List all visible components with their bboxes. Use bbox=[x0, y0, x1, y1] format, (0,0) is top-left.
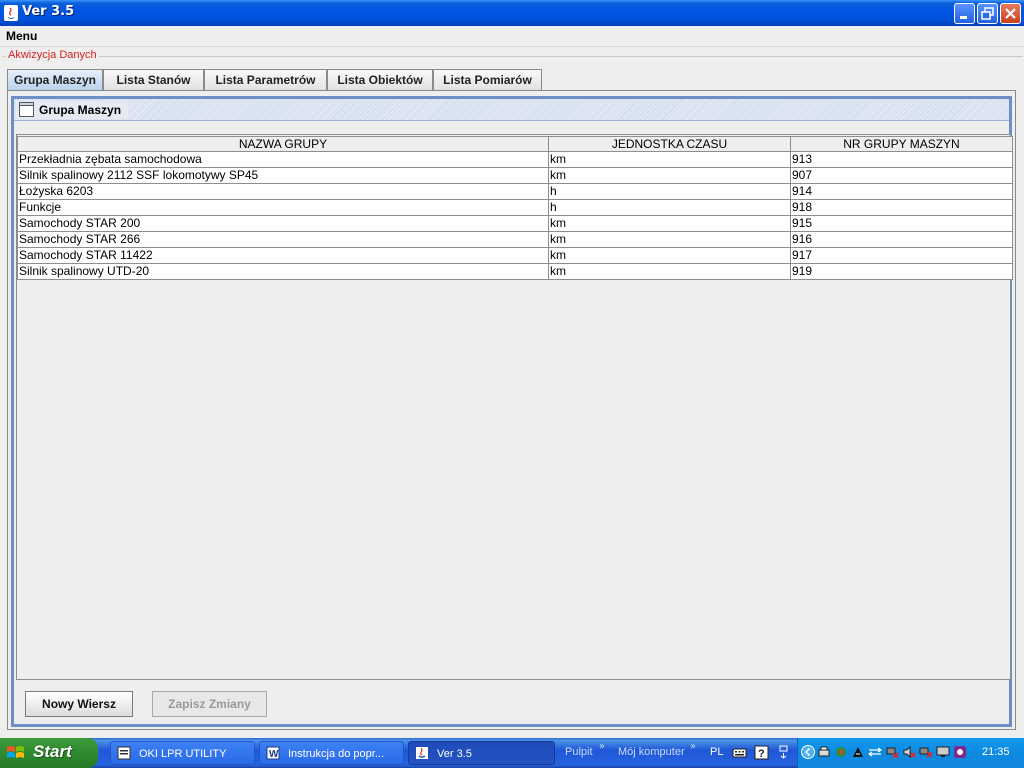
taskbar-item-ver35[interactable]: Ver 3.5 bbox=[408, 741, 555, 765]
tab-lista-parametrow[interactable]: Lista Parametrów bbox=[204, 69, 327, 90]
restore-icon bbox=[981, 7, 994, 20]
column-header-nazwa-grupy[interactable]: NAZWA GRUPY bbox=[17, 136, 549, 152]
table-cell[interactable]: km bbox=[549, 232, 791, 248]
taskbar-item-label: Ver 3.5 bbox=[437, 748, 472, 760]
java-app-icon bbox=[4, 5, 18, 21]
table-cell[interactable]: km bbox=[549, 248, 791, 264]
system-tray: 21:35 bbox=[797, 738, 1024, 768]
table-cell[interactable]: Funkcje bbox=[17, 200, 549, 216]
table-cell[interactable]: 917 bbox=[791, 248, 1013, 264]
table-cell[interactable]: Samochody STAR 266 bbox=[17, 232, 549, 248]
table-cell[interactable]: 915 bbox=[791, 216, 1013, 232]
table-header: NAZWA GRUPY JEDNOSTKA CZASU NR GRUPY MAS… bbox=[17, 136, 1013, 152]
chevron-right-icon[interactable]: » bbox=[690, 741, 696, 752]
internal-frame-title: Grupa Maszyn bbox=[39, 103, 122, 117]
clock: 21:35 bbox=[982, 746, 1010, 758]
table-row[interactable]: Samochody STAR 11422 km 917 bbox=[17, 248, 1013, 264]
help-icon[interactable]: ? bbox=[754, 745, 769, 760]
minimize-button[interactable] bbox=[954, 3, 975, 24]
chevron-right-icon[interactable]: » bbox=[599, 741, 605, 752]
volume-muted-icon[interactable] bbox=[902, 745, 916, 759]
network-disconnected-icon[interactable] bbox=[885, 745, 899, 759]
connection-arrows-icon[interactable] bbox=[868, 745, 882, 759]
table-row[interactable]: Przekładnia zębata samochodowa km 913 bbox=[17, 152, 1013, 168]
table-cell[interactable]: Silnik spalinowy 2112 SSF lokomotywy SP4… bbox=[17, 168, 549, 184]
restore-button[interactable] bbox=[977, 3, 998, 24]
windows-flag-icon bbox=[7, 746, 24, 758]
table-row[interactable]: Funkcje h 918 bbox=[17, 200, 1013, 216]
table-cell[interactable]: km bbox=[549, 152, 791, 168]
table-row[interactable]: Łożyska 6203 h 914 bbox=[17, 184, 1013, 200]
security-tray-icon[interactable] bbox=[851, 745, 865, 759]
menu-bar: Menu bbox=[0, 26, 1024, 47]
table-cell[interactable]: Samochody STAR 11422 bbox=[17, 248, 549, 264]
close-icon bbox=[1005, 8, 1016, 19]
table-cell[interactable]: Silnik spalinowy UTD-20 bbox=[17, 264, 549, 280]
network-disconnected-icon[interactable] bbox=[919, 745, 933, 759]
table-cell[interactable]: Łożyska 6203 bbox=[17, 184, 549, 200]
toolbar-moj-komputer[interactable]: Mój komputer bbox=[618, 746, 685, 758]
table-cell[interactable]: Przekładnia zębata samochodowa bbox=[17, 152, 549, 168]
table-cell[interactable]: 918 bbox=[791, 200, 1013, 216]
group-legend: Akwizycja Danych bbox=[6, 49, 99, 61]
word-document-icon: W bbox=[266, 746, 280, 760]
tab-grupa-maszyn[interactable]: Grupa Maszyn bbox=[7, 69, 103, 91]
table-cell[interactable]: h bbox=[549, 184, 791, 200]
restore-down-arrow-icon[interactable] bbox=[776, 745, 791, 760]
printer-app-icon bbox=[117, 746, 131, 760]
window-titlebar[interactable]: Ver 3.5 bbox=[0, 0, 1024, 26]
tab-lista-pomiarow[interactable]: Lista Pomiarów bbox=[433, 69, 542, 90]
monitor-tray-icon[interactable] bbox=[936, 745, 950, 759]
start-label: Start bbox=[33, 742, 72, 761]
table-row[interactable]: Silnik spalinowy 2112 SSF lokomotywy SP4… bbox=[17, 168, 1013, 184]
taskbar-item-instrukcja[interactable]: W Instrukcja do popr... bbox=[259, 741, 404, 765]
start-button[interactable]: Start bbox=[0, 738, 98, 768]
app-tray-icon[interactable] bbox=[953, 745, 967, 759]
menu-item-menu[interactable]: Menu bbox=[6, 29, 37, 43]
toolbar-pulpit[interactable]: Pulpit bbox=[565, 746, 593, 758]
table-cell[interactable]: km bbox=[549, 264, 791, 280]
table-row[interactable]: Samochody STAR 266 km 916 bbox=[17, 232, 1013, 248]
table-cell[interactable]: 916 bbox=[791, 232, 1013, 248]
save-changes-button[interactable]: Zapisz Zmiany bbox=[152, 691, 267, 717]
close-button[interactable] bbox=[1000, 3, 1021, 24]
minimize-icon bbox=[960, 16, 967, 19]
table-row[interactable]: Silnik spalinowy UTD-20 km 919 bbox=[17, 264, 1013, 280]
language-indicator[interactable]: PL bbox=[710, 746, 723, 758]
table-cell[interactable]: 914 bbox=[791, 184, 1013, 200]
window-icon bbox=[19, 102, 34, 117]
taskbar-item-label: Instrukcja do popr... bbox=[288, 748, 384, 760]
internal-frame-titlebar[interactable]: Grupa Maszyn bbox=[14, 99, 1009, 121]
table-cell[interactable]: km bbox=[549, 216, 791, 232]
java-app-icon bbox=[416, 747, 428, 759]
svg-text:W: W bbox=[269, 749, 279, 760]
window-title: Ver 3.5 bbox=[22, 4, 75, 19]
column-header-nr-grupy-maszyn[interactable]: NR GRUPY MASZYN bbox=[791, 136, 1013, 152]
taskbar-item-oki[interactable]: OKI LPR UTILITY bbox=[110, 741, 255, 765]
taskbar-item-label: OKI LPR UTILITY bbox=[139, 748, 227, 760]
machine-group-table: NAZWA GRUPY JEDNOSTKA CZASU NR GRUPY MAS… bbox=[16, 134, 1013, 680]
taskbar: Start OKI LPR UTILITY W Instrukcja do po… bbox=[0, 738, 1024, 768]
network-tray-icon[interactable] bbox=[834, 745, 848, 759]
tab-lista-obiektow[interactable]: Lista Obiektów bbox=[327, 69, 433, 90]
column-header-jednostka-czasu[interactable]: JEDNOSTKA CZASU bbox=[549, 136, 791, 152]
table-cell[interactable]: 913 bbox=[791, 152, 1013, 168]
table-cell[interactable]: 919 bbox=[791, 264, 1013, 280]
printer-tray-icon[interactable] bbox=[817, 745, 831, 759]
tab-lista-stanow[interactable]: Lista Stanów bbox=[103, 69, 204, 90]
keyboard-icon[interactable] bbox=[732, 745, 747, 760]
table-cell[interactable]: h bbox=[549, 200, 791, 216]
table-cell[interactable]: km bbox=[549, 168, 791, 184]
table-cell[interactable]: Samochody STAR 200 bbox=[17, 216, 549, 232]
svg-text:?: ? bbox=[758, 748, 765, 760]
collapse-tray-icon[interactable] bbox=[801, 745, 815, 759]
internal-frame: Grupa Maszyn NAZWA GRUPY JEDNOSTKA CZASU… bbox=[11, 96, 1013, 727]
tab-content-panel: Grupa Maszyn NAZWA GRUPY JEDNOSTKA CZASU… bbox=[7, 90, 1016, 730]
table-row[interactable]: Samochody STAR 200 km 915 bbox=[17, 216, 1013, 232]
new-row-button[interactable]: Nowy Wiersz bbox=[25, 691, 133, 717]
table-cell[interactable]: 907 bbox=[791, 168, 1013, 184]
